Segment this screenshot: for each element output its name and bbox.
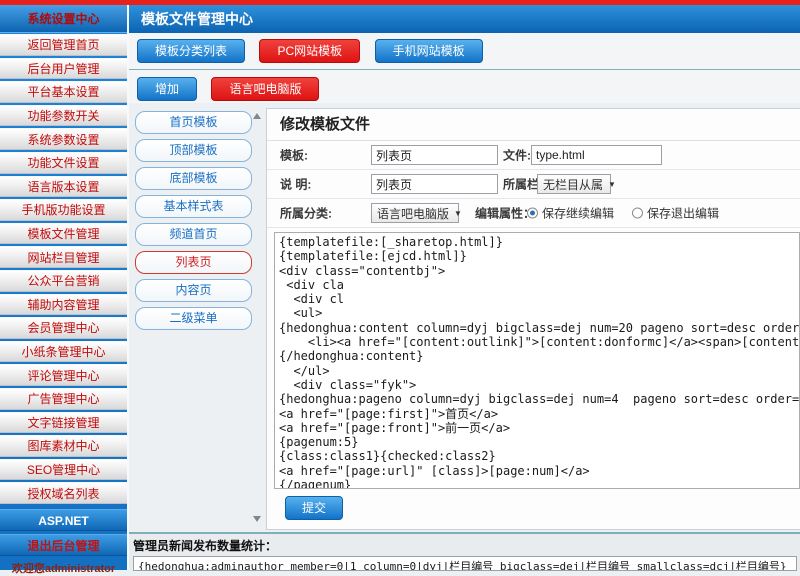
stats-label: 管理员新闻发布数量统计：: [133, 537, 797, 554]
save-exit-radio[interactable]: 保存退出编辑: [632, 205, 719, 222]
sidebar-item-platform-basic[interactable]: 平台基本设置: [0, 81, 127, 103]
template-name-input[interactable]: [371, 145, 498, 165]
sidebar-logout-button[interactable]: 退出后台管理: [0, 534, 127, 556]
submit-row: 提交: [267, 489, 800, 520]
column-select[interactable]: 无栏目从属 ▼: [537, 174, 611, 194]
submenu-item-top-template[interactable]: 顶部模板: [135, 139, 252, 162]
category-label: 所属分类:: [280, 205, 332, 222]
save-exit-label: 保存退出编辑: [647, 205, 719, 222]
radio-unchecked-icon: [632, 208, 643, 219]
toolbar-row-1: 模板分类列表 PC网站模板 手机网站模板: [129, 33, 800, 70]
sidebar-welcome-text: 欢迎您administrator: [0, 560, 127, 576]
submenu-item-list-page[interactable]: 列表页: [135, 251, 252, 274]
page-title: 模板文件管理中心: [129, 5, 800, 33]
submenu-item-base-stylesheet[interactable]: 基本样式表: [135, 195, 252, 218]
sidebar-item-members[interactable]: 会员管理中心: [0, 317, 127, 339]
add-button[interactable]: 增加: [137, 77, 197, 101]
sidebar-item-public-platform[interactable]: 公众平台营销: [0, 270, 127, 292]
submenu-item-secondary-menu[interactable]: 二级菜单: [135, 307, 252, 330]
sidebar-menu: 返回管理首页 后台用户管理 平台基本设置 功能参数开关 系统参数设置 功能文件设…: [0, 33, 127, 504]
sidebar-item-ads[interactable]: 广告管理中心: [0, 388, 127, 410]
edit-attr-label: 编辑属性：: [475, 205, 535, 222]
submit-button[interactable]: 提交: [285, 496, 343, 520]
sidebar-item-feature-switch[interactable]: 功能参数开关: [0, 105, 127, 127]
form-row-description: 说 明: 所属栏目: 无栏目从属 ▼: [267, 170, 800, 199]
sidebar-item-notes[interactable]: 小纸条管理中心: [0, 341, 127, 363]
scroll-up-icon[interactable]: [253, 113, 261, 119]
chevron-down-icon: ▼: [454, 209, 462, 218]
file-name-input[interactable]: [531, 145, 662, 165]
edit-attr-radio-group: 保存继续编辑 保存退出编辑: [527, 205, 719, 222]
stats-code-box[interactable]: {hedonghua:adminauthor member=0|1 column…: [133, 556, 797, 571]
sidebar-item-text-links[interactable]: 文字链接管理: [0, 412, 127, 434]
sidebar-item-seo[interactable]: SEO管理中心: [0, 459, 127, 481]
sidebar-item-gallery[interactable]: 图库素材中心: [0, 435, 127, 457]
description-label: 说 明:: [280, 176, 311, 193]
template-label: 模板:: [280, 147, 308, 164]
mobile-site-template-button[interactable]: 手机网站模板: [375, 39, 483, 63]
sidebar-item-comments[interactable]: 评论管理中心: [0, 364, 127, 386]
category-select[interactable]: 语言吧电脑版 ▼: [371, 203, 459, 223]
template-code-textarea[interactable]: {templatefile:[_sharetop.html]} {templat…: [274, 232, 800, 489]
sidebar-item-admin-users[interactable]: 后台用户管理: [0, 58, 127, 80]
chevron-down-icon: ▼: [608, 180, 616, 189]
sidebar-item-site-columns[interactable]: 网站栏目管理: [0, 246, 127, 268]
sidebar-item-auth-domains[interactable]: 授权域名列表: [0, 482, 127, 504]
sidebar-item-mobile-features[interactable]: 手机版功能设置: [0, 199, 127, 221]
sidebar-item-return-home[interactable]: 返回管理首页: [0, 34, 127, 56]
pc-site-template-button[interactable]: PC网站模板: [259, 39, 360, 63]
submenu-item-channel-home[interactable]: 频道首页: [135, 223, 252, 246]
sidebar-header-system-settings[interactable]: 系统设置中心: [0, 5, 127, 33]
submenu-item-bottom-template[interactable]: 底部模板: [135, 167, 252, 190]
sidebar-aspnet-button[interactable]: ASP.NET: [0, 509, 127, 531]
save-continue-radio[interactable]: 保存继续编辑: [527, 205, 614, 222]
form-row-category: 所属分类: 语言吧电脑版 ▼ 编辑属性： 保存继续编辑 保存退出编辑: [267, 199, 800, 228]
form-title: 修改模板文件: [267, 109, 800, 141]
radio-checked-icon: [527, 208, 538, 219]
scroll-down-icon[interactable]: [253, 516, 261, 522]
file-label: 文件:: [503, 147, 531, 164]
category-yuyanba-pc-button[interactable]: 语言吧电脑版: [211, 77, 319, 101]
main-region: 首页模板 顶部模板 底部模板 基本样式表 频道首页 列表页 内容页 二级菜单 修…: [129, 103, 800, 532]
column-select-value: 无栏目从属: [543, 176, 603, 193]
submenu-item-home-template[interactable]: 首页模板: [135, 111, 252, 134]
template-submenu: 首页模板 顶部模板 底部模板 基本样式表 频道首页 列表页 内容页 二级菜单: [135, 111, 252, 335]
sidebar: 系统设置中心 返回管理首页 后台用户管理 平台基本设置 功能参数开关 系统参数设…: [0, 5, 127, 570]
template-category-list-button[interactable]: 模板分类列表: [137, 39, 245, 63]
form-row-template: 模板: 文件:: [267, 141, 800, 170]
description-input[interactable]: [371, 174, 498, 194]
admin-stats-footer: 管理员新闻发布数量统计： {hedonghua:adminauthor memb…: [129, 532, 800, 570]
sidebar-item-language-version[interactable]: 语言版本设置: [0, 176, 127, 198]
edit-template-form: 修改模板文件 模板: 文件: 说 明: 所属栏目: 无栏目从属 ▼ 所属分类:: [266, 108, 800, 530]
sidebar-item-template-files[interactable]: 模板文件管理: [0, 223, 127, 245]
submenu-item-content-page[interactable]: 内容页: [135, 279, 252, 302]
sidebar-item-system-params[interactable]: 系统参数设置: [0, 128, 127, 150]
save-continue-label: 保存继续编辑: [542, 205, 614, 222]
sidebar-item-feature-files[interactable]: 功能文件设置: [0, 152, 127, 174]
content-area: 模板文件管理中心 模板分类列表 PC网站模板 手机网站模板 增加 语言吧电脑版 …: [127, 5, 800, 570]
sidebar-item-aux-content[interactable]: 辅助内容管理: [0, 294, 127, 316]
category-select-value: 语言吧电脑版: [377, 205, 449, 222]
